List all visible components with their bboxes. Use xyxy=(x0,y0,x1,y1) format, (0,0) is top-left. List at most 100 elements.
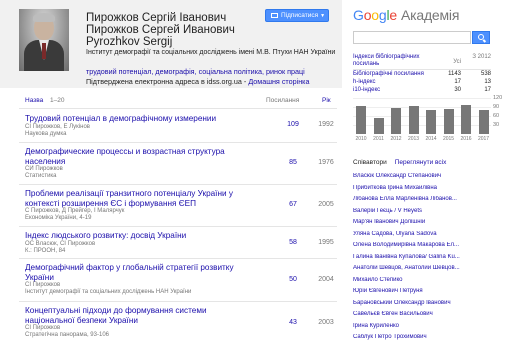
coauthor-link[interactable]: Власюк Олександр Степанович xyxy=(353,173,463,179)
stats-row-i10-index: i10-індекс 30 17 xyxy=(353,87,491,95)
stats-all: 30 xyxy=(454,87,461,93)
follow-button[interactable]: Підписатися ▼ xyxy=(265,9,329,22)
article-year: 1992 xyxy=(318,121,334,128)
logo-academy: Академія xyxy=(401,7,460,23)
scholar-profile-page: Пирожков Сергій Іванович Пирожков Сергей… xyxy=(0,0,506,350)
article-title[interactable]: Демографічний фактор у глобальній страте… xyxy=(25,263,247,282)
chart-x-tick: 2014 xyxy=(425,136,437,142)
article-cites[interactable]: 58 xyxy=(281,239,305,246)
article-year: 1976 xyxy=(318,159,334,166)
stats-label[interactable]: h-індекс xyxy=(353,79,376,85)
coauthor-link[interactable]: Ірина Куриленко xyxy=(353,323,463,329)
divider xyxy=(19,301,337,302)
article-title[interactable]: Індекс людського розвитку: досвід Україн… xyxy=(25,231,247,241)
article-year: 2005 xyxy=(318,201,334,208)
envelope-icon xyxy=(271,13,278,18)
chart-y-tick: 120 xyxy=(493,95,503,101)
sort-by-year[interactable]: Рік xyxy=(322,97,331,104)
chart-bar[interactable] xyxy=(391,108,401,134)
coauthor-link[interactable]: Валерій Геєць / V Heyets xyxy=(353,208,463,214)
chart-x-tick: 2013 xyxy=(407,136,420,142)
divider xyxy=(19,108,337,109)
article-cites[interactable]: 85 xyxy=(281,159,305,166)
chart-bar[interactable] xyxy=(443,109,454,134)
stats-label[interactable]: Бібліографічні посилання xyxy=(353,71,424,77)
article-cites[interactable]: 50 xyxy=(281,276,305,283)
article-venue: Статистика xyxy=(25,173,57,179)
stats-since: 538 xyxy=(480,71,491,77)
coauthor-link[interactable]: Михайло Степико xyxy=(353,277,463,283)
search-button[interactable] xyxy=(472,31,490,44)
article-title[interactable]: Концептуальні підходи до формування сист… xyxy=(25,306,247,325)
article-venue: К.: ПРООН, 84 xyxy=(25,248,66,254)
google-scholar-logo[interactable]: Google Академія xyxy=(353,7,459,23)
interest-link[interactable]: демографія xyxy=(155,67,194,76)
interest-link[interactable]: соціальна політика xyxy=(199,67,262,76)
stats-all: 17 xyxy=(454,79,461,85)
article-cites[interactable]: 43 xyxy=(281,319,305,326)
email-text: Підтверджена електронна адреса в idss.or… xyxy=(86,77,242,86)
coauthor-link[interactable]: Саблук Петро Трохимович xyxy=(353,334,463,340)
article-cites[interactable]: 67 xyxy=(281,201,305,208)
logo-letter: G xyxy=(353,7,364,23)
chart-x-tick: 2010 xyxy=(355,136,367,142)
profile-name-uk: Пирожков Сергій Іванович xyxy=(86,12,227,24)
coauthor-link[interactable]: Савельєв Євген Васильович xyxy=(353,311,463,317)
chart-bar[interactable] xyxy=(461,104,471,134)
article-cites[interactable]: 109 xyxy=(281,121,305,128)
search-icon-handle xyxy=(482,39,487,43)
divider xyxy=(19,226,337,227)
profile-affiliation: Інститут демографії та соціальних дослід… xyxy=(86,49,336,56)
follow-button-label: Підписатися xyxy=(281,12,319,19)
coauthor-link[interactable]: Уляна Садова, Ulyana Sadova xyxy=(353,231,463,237)
logo-letter: e xyxy=(389,7,397,23)
interest-link[interactable]: ринок праці xyxy=(266,67,305,76)
interest-link[interactable]: трудовий потенціал xyxy=(86,67,151,76)
chart-gridline xyxy=(353,98,491,99)
homepage-link[interactable]: Домашня сторінка xyxy=(248,77,309,86)
results-range: 1–20 xyxy=(50,97,65,104)
coauthor-link[interactable]: Анатолій Шевцов, Анатолий Шевцов... xyxy=(353,265,463,271)
view-all-coauthors-link[interactable]: Переглянути всіх xyxy=(395,159,447,166)
chart-bar[interactable] xyxy=(373,117,384,134)
sort-by-cited[interactable]: Посилання xyxy=(266,97,299,104)
stats-all: 1143 xyxy=(448,71,461,77)
article-title[interactable]: Демографические процессы и возрастная ст… xyxy=(25,147,247,166)
article-title[interactable]: Проблеми реалізації транзитного потенціа… xyxy=(25,189,247,208)
research-interests: трудовий потенціал, демографія, соціальн… xyxy=(86,67,305,76)
chart-x-tick: 2011 xyxy=(373,136,384,142)
coauthor-link[interactable]: Галина Іванівна Купалова/ Galina Ku... xyxy=(353,254,463,260)
profile-name-ru: Пирожков Сергей Иванович xyxy=(86,24,235,36)
chart-bar[interactable] xyxy=(408,105,419,134)
divider xyxy=(19,142,337,143)
verified-email: Підтверджена електронна адреса в idss.or… xyxy=(86,77,310,86)
coauthor-link[interactable]: Барановський Олександр Іванович xyxy=(353,300,463,306)
article-venue: Економіка України, 4-19 xyxy=(25,215,92,221)
chart-x-tick: 2015 xyxy=(442,136,455,142)
stats-col-since: З 2012 xyxy=(472,54,491,60)
chart-y-tick: 90 xyxy=(493,104,500,110)
article-year: 1995 xyxy=(318,239,334,246)
article-year: 2004 xyxy=(318,276,334,283)
chart-bar[interactable] xyxy=(356,105,366,134)
stats-label[interactable]: i10-індекс xyxy=(353,87,380,93)
profile-photo xyxy=(19,9,69,71)
coauthor-link[interactable]: Юрій Євгенович Петруня xyxy=(353,288,463,294)
divider xyxy=(19,184,337,185)
coauthor-link[interactable]: Лібанова Елла Марленівна Лібанов... xyxy=(353,196,463,202)
article-venue: Стратегічна панорама, 93-106 xyxy=(25,332,109,338)
chart-y-tick: 30 xyxy=(493,122,500,128)
stats-col-all: Усі xyxy=(453,59,461,65)
coauthors-header: Співавтори Переглянути всіх xyxy=(353,159,446,166)
sort-by-title[interactable]: Назва xyxy=(25,97,43,104)
chart-bar[interactable] xyxy=(426,110,436,134)
coauthor-link[interactable]: Олена Володимирівна Макарова Ел... xyxy=(353,242,463,248)
coauthor-link[interactable]: Мар'ян Іванович Долішній xyxy=(353,219,463,225)
chart-bar[interactable] xyxy=(478,110,489,134)
search-input[interactable] xyxy=(353,31,471,44)
article-year: 2003 xyxy=(318,319,334,326)
article-venue: Наукова думка xyxy=(25,131,67,137)
stats-header-label: Індекси бібліографічних посилань xyxy=(353,54,420,67)
coauthor-link[interactable]: Прибиткова Ірина Михайлівна xyxy=(353,185,463,191)
article-title[interactable]: Трудовий потенціал в демографічному изме… xyxy=(25,114,247,124)
